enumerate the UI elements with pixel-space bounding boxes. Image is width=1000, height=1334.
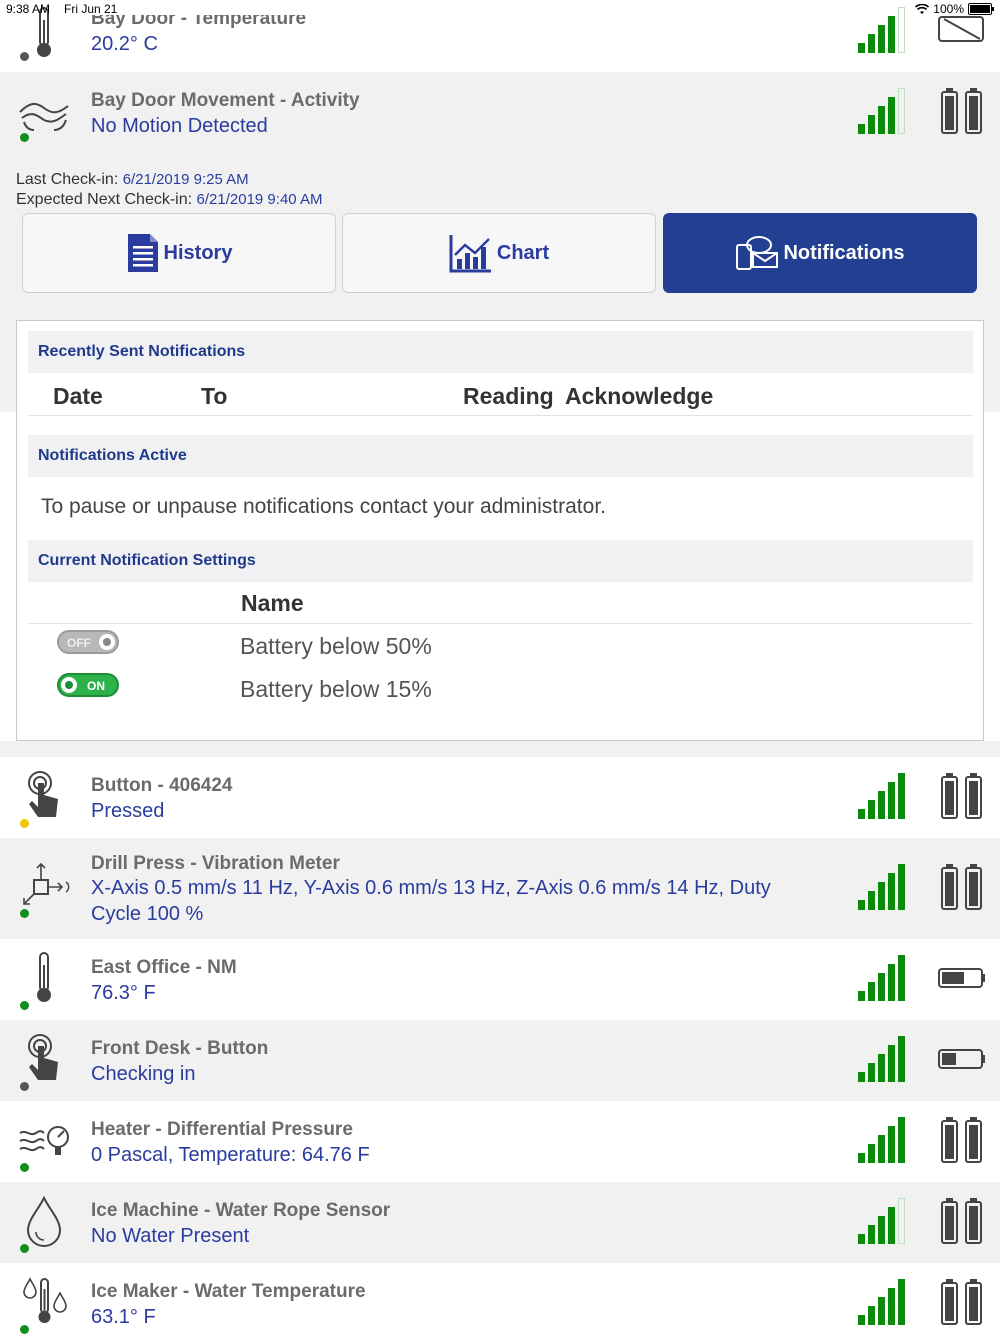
button-press-icon (28, 1034, 58, 1080)
sensor-title: Front Desk - Button (91, 1038, 269, 1059)
wifi-icon (915, 3, 930, 14)
tab-notifications[interactable]: Notifications (663, 213, 977, 293)
next-checkin-value: 6/21/2019 9:40 AM (196, 191, 323, 208)
notifications-active-text: To pause or unpause notifications contac… (41, 495, 606, 518)
status-dot (20, 52, 29, 61)
signal-icon (858, 864, 905, 910)
vibration-icon (23, 862, 70, 905)
toggle-label: OFF (67, 636, 91, 650)
last-checkin-value: 6/21/2019 9:25 AM (122, 171, 249, 188)
sensor-reading: No Motion Detected (91, 115, 268, 137)
divider (28, 415, 973, 416)
status-time: 9:38 AM (6, 2, 51, 16)
sensor-title: Drill Press - Vibration Meter (91, 853, 340, 874)
status-date: Fri Jun 21 (64, 2, 118, 16)
battery-full-icon (941, 864, 982, 910)
last-checkin-label: Last Check-in: (16, 171, 119, 188)
notifications-active-heading: Notifications Active (28, 435, 973, 477)
toggle-battery-below-15[interactable]: ON (57, 673, 119, 697)
signal-icon (858, 1036, 905, 1082)
toggle-label: ON (87, 679, 105, 693)
sensor-reading: 20.2° C (91, 33, 158, 55)
status-dot (20, 819, 29, 828)
status-dot (20, 1325, 29, 1334)
sensor-reading: Checking in (91, 1063, 196, 1085)
recent-notifications-heading: Recently Sent Notifications (28, 331, 973, 373)
notifications-icon (736, 236, 779, 270)
sensor-title: Bay Door Movement - Activity (91, 90, 360, 111)
tab-history[interactable]: History (22, 213, 336, 293)
signal-icon (858, 955, 905, 1001)
divider (28, 623, 973, 624)
column-name: Name (241, 590, 304, 616)
status-dot (20, 1163, 29, 1172)
sensor-title: Heater - Differential Pressure (91, 1119, 353, 1140)
sensor-title: Button - 406424 (91, 775, 233, 796)
signal-icon (858, 88, 905, 134)
battery-full-icon (941, 1198, 982, 1244)
toggle-knob (99, 634, 115, 650)
column-date: Date (53, 383, 103, 409)
sensor-title: Ice Machine - Water Rope Sensor (91, 1200, 391, 1221)
status-battery-pct: 100% (933, 2, 964, 16)
column-to: To (201, 383, 228, 409)
toggle-knob (61, 677, 77, 693)
sensor-row-ice-machine[interactable]: Ice Machine - Water Rope Sensor No Water… (0, 1182, 1000, 1263)
tab-chart[interactable]: Chart (342, 213, 656, 293)
sensor-row-front-desk[interactable]: Front Desk - Button Checking in (0, 1020, 1000, 1101)
detail-tabs: History Chart Notifications (22, 213, 978, 295)
signal-icon (858, 773, 905, 819)
battery-coin-cell-icon (938, 1049, 985, 1069)
setting-name: Battery below 15% (240, 676, 432, 702)
sensor-row-east-office[interactable]: East Office - NM 76.3° F (0, 939, 1000, 1020)
status-dot (20, 1244, 29, 1253)
signal-icon (858, 1117, 905, 1163)
pressure-icon (19, 1126, 69, 1155)
sensor-reading: 76.3° F (91, 982, 156, 1004)
next-checkin-label: Expected Next Check-in: (16, 191, 193, 208)
status-bar: 9:38 AM Fri Jun 21 100% (0, 0, 1000, 18)
status-dot (20, 1001, 29, 1010)
tab-label: Chart (496, 241, 550, 264)
battery-full-icon (941, 1117, 982, 1163)
thermometer-icon (37, 952, 51, 1002)
sensor-row-heater[interactable]: Heater - Differential Pressure 0 Pascal,… (0, 1101, 1000, 1182)
current-settings-heading: Current Notification Settings (28, 540, 973, 582)
sensor-reading: X-Axis 0.5 mm/s 11 Hz, Y-Axis 0.6 mm/s 1… (91, 877, 771, 925)
document-icon (127, 234, 158, 272)
battery-coin-cell-icon (938, 968, 985, 988)
button-press-icon (28, 771, 58, 817)
status-battery-icon (968, 3, 994, 15)
notifications-panel: Recently Sent Notifications Date To Read… (16, 320, 984, 741)
battery-full-icon (941, 1279, 982, 1325)
checkin-info: Last Check-in: 6/21/2019 9:25 AM Expecte… (16, 170, 322, 210)
sensor-title: East Office - NM (91, 957, 237, 978)
status-dot (20, 133, 29, 142)
tab-label: History (163, 241, 233, 264)
column-acknowledge: Acknowledge (565, 383, 714, 409)
battery-full-icon (941, 773, 982, 819)
column-reading: Reading (463, 383, 554, 409)
chart-icon (449, 235, 491, 273)
spacer (0, 741, 1000, 757)
sensor-title: Ice Maker - Water Temperature (91, 1281, 366, 1302)
signal-icon (858, 1198, 905, 1244)
sensor-reading: No Water Present (91, 1225, 250, 1247)
status-dot (20, 1082, 29, 1091)
sensor-reading: 63.1° F (91, 1306, 156, 1328)
setting-name: Battery below 50% (240, 633, 432, 659)
sensor-row-ice-maker[interactable]: Ice Maker - Water Temperature 63.1° F (0, 1263, 1000, 1334)
toggle-battery-below-50[interactable]: OFF (57, 630, 119, 654)
tab-label: Notifications (783, 241, 905, 264)
battery-full-icon (941, 88, 982, 134)
sensor-reading: Pressed (91, 800, 165, 822)
water-drop-icon (26, 1195, 62, 1247)
sensor-row-button-406424[interactable]: Button - 406424 Pressed (0, 757, 1000, 838)
sensor-row-drill-press[interactable]: Drill Press - Vibration Meter X-Axis 0.5… (0, 838, 1000, 939)
signal-icon (858, 1279, 905, 1325)
status-dot (20, 909, 29, 918)
water-temperature-icon (23, 1277, 67, 1323)
sensor-reading: 0 Pascal, Temperature: 64.76 F (91, 1144, 370, 1166)
